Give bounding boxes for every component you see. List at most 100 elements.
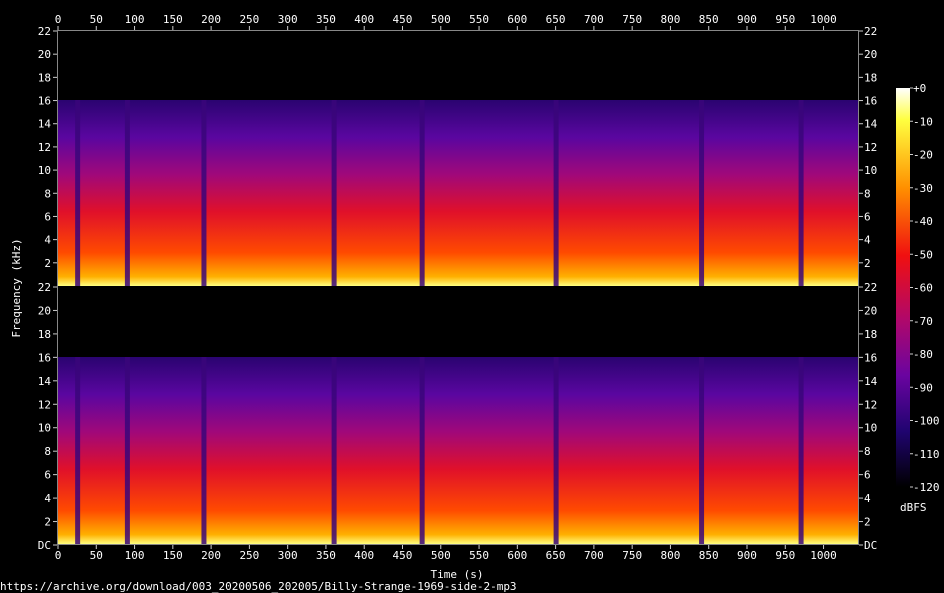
x-tick-bottom-label-12: 600 [507,549,527,562]
x-tick-top-label-6: 300 [278,13,298,26]
x-tick-top-label-15: 750 [622,13,642,26]
colorbar-tick-label-6: -60 [913,282,933,295]
track-gap-ch2-2 [201,357,207,544]
y-tick-lower-right-label-10: 2 [864,516,871,529]
track-gap-ch1-6 [699,100,705,286]
y-tick-lower-left-label-6: 10 [38,422,51,435]
track-gap-ch2-3 [331,357,337,544]
x-tick-bottom-label-17: 850 [699,549,719,562]
x-tick-bottom-label-16: 800 [661,549,681,562]
x-tick-top-label-5: 250 [239,13,259,26]
x-tick-top-label-20: 1000 [810,13,837,26]
lower-channel-panel [58,287,858,544]
y-tick-lower-left-label-7: 8 [44,445,51,458]
x-tick-bottom-label-14: 700 [584,549,604,562]
colorbar-gradient [896,88,910,487]
x-axis-top: 0 50 100 150 200 250 300 350 400 450 500 550 600 650 7… [55,13,837,30]
y-tick-lower-right-label-4: 14 [864,375,878,388]
y-tick-lower-left-label-11: DC [38,539,51,552]
spectrogram-chart: 0 50 100 150 200 250 300 350 400 450 500 550 600 650 7… [10,13,940,581]
track-gap-ch1-1 [124,100,130,286]
y-tick-upper-left-label-4: 14 [38,118,52,131]
y-tick-lower-right-label-2: 18 [864,328,877,341]
y-tick-upper-right-label-4: 14 [864,118,878,131]
y-tick-upper-left-label-7: 8 [44,187,51,200]
colorbar-tick-label-10: -100 [913,415,940,428]
colorbar-tick-label-0: +0 [913,82,926,95]
y-tick-upper-right-label-1: 20 [864,48,877,61]
y-tick-upper-left-label-10: 2 [44,257,51,270]
track-gap-ch2-6 [699,357,705,544]
x-tick-top-label-4: 200 [201,13,221,26]
x-tick-top-label-7: 350 [316,13,336,26]
y-tick-lower-right-label-5: 12 [864,398,877,411]
y-tick-upper-left-label-1: 20 [38,48,51,61]
colorbar: +0 -10 -20 -30 -40 -50 -60 -70 -80 -90 -100 -110 -12… [896,82,940,514]
track-gap-ch1-3 [331,100,337,286]
y-tick-lower-left-label-0: 22 [38,281,51,294]
y-tick-lower-right-label-8: 6 [864,469,871,482]
y-tick-lower-right-label-0: 22 [864,281,877,294]
x-tick-bottom-label-9: 450 [393,549,413,562]
x-tick-top-label-1: 50 [90,13,103,26]
colorbar-tick-label-2: -20 [913,149,933,162]
lower-channel-spectrum [58,357,858,544]
x-tick-top-label-12: 600 [507,13,527,26]
y-tick-upper-right-label-0: 22 [864,25,877,38]
y-tick-lower-left-label-3: 16 [38,351,51,364]
x-tick-bottom-label-8: 400 [354,549,374,562]
y-tick-upper-left-label-6: 10 [38,164,51,177]
colorbar-tick-label-8: -80 [913,348,933,361]
y-tick-lower-right-label-6: 10 [864,422,877,435]
x-tick-bottom-label-2: 100 [125,549,145,562]
y-tick-lower-right-label-3: 16 [864,351,877,364]
x-tick-top-label-11: 550 [469,13,489,26]
x-tick-top-label-19: 950 [775,13,795,26]
x-tick-top-label-17: 850 [699,13,719,26]
x-tick-bottom-label-20: 1000 [810,549,837,562]
x-tick-bottom-label-13: 650 [546,549,566,562]
y-tick-upper-left-label-8: 6 [44,210,51,223]
colorbar-tick-label-9: -90 [913,381,933,394]
y-tick-lower-right-label-1: 20 [864,304,877,317]
y-tick-lower-left-label-4: 14 [38,375,52,388]
y-tick-upper-right-label-5: 12 [864,141,877,154]
x-tick-bottom-label-4: 200 [201,549,221,562]
y-tick-lower-left-label-1: 20 [38,304,51,317]
x-tick-top-label-3: 150 [163,13,183,26]
y-tick-upper-left-label-9: 4 [44,234,51,247]
y-tick-lower-right-label-7: 8 [864,445,871,458]
x-tick-bottom-label-1: 50 [90,549,103,562]
y-tick-upper-left-label-5: 12 [38,141,51,154]
colorbar-tick-label-5: -50 [913,248,933,261]
colorbar-ticks: +0 -10 -20 -30 -40 -50 -60 -70 -80 -90 -100 -110 -12… [910,82,940,494]
x-tick-top-label-2: 100 [125,13,145,26]
x-tick-bottom-label-6: 300 [278,549,298,562]
upper-channel-panel [58,31,858,286]
colorbar-tick-label-11: -110 [913,448,940,461]
x-tick-bottom-label-7: 350 [316,549,336,562]
x-tick-top-label-18: 900 [737,13,757,26]
colorbar-label: dBFS [900,501,927,514]
y-tick-upper-left-label-3: 16 [38,95,51,108]
x-tick-bottom-label-0: 0 [55,549,62,562]
track-gap-ch1-7 [798,100,804,286]
colorbar-tick-label-12: -120 [913,481,940,494]
x-tick-bottom-label-3: 150 [163,549,183,562]
track-gap-ch2-0 [75,357,81,544]
y-tick-lower-left-label-9: 4 [44,492,51,505]
x-tick-bottom-label-5: 250 [239,549,259,562]
x-tick-bottom-label-15: 750 [622,549,642,562]
y-tick-upper-right-label-9: 4 [864,234,871,247]
track-gap-ch1-2 [201,100,207,286]
y-axis-label: Frequency (kHz) [10,238,23,337]
y-tick-upper-right-label-3: 16 [864,95,877,108]
track-gap-ch1-0 [75,100,81,286]
x-tick-top-label-16: 800 [661,13,681,26]
y-tick-lower-left-label-10: 2 [44,516,51,529]
y-tick-upper-right-label-7: 8 [864,187,871,200]
x-tick-top-label-0: 0 [55,13,62,26]
x-tick-top-label-9: 450 [393,13,413,26]
x-tick-top-label-8: 400 [354,13,374,26]
track-gap-ch2-1 [124,357,130,544]
